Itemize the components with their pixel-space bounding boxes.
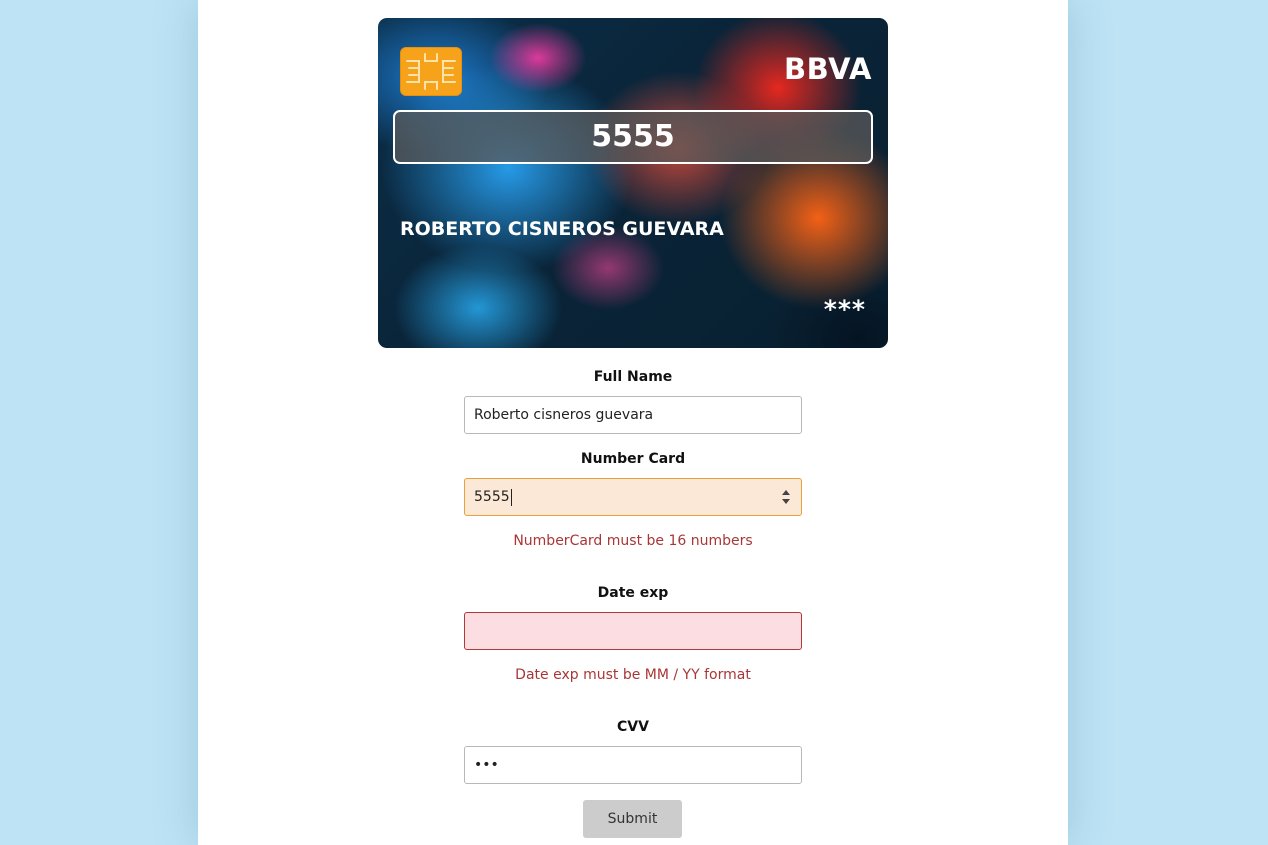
spinner-arrows-icon[interactable] bbox=[780, 488, 792, 506]
full-name-value: Roberto cisneros guevara bbox=[474, 407, 654, 423]
cvv-input[interactable]: ••• bbox=[464, 746, 802, 784]
number-card-error: NumberCard must be 16 numbers bbox=[513, 533, 753, 549]
card-cvv-mask: *** bbox=[823, 295, 866, 324]
card-number-display: 5555 bbox=[393, 110, 873, 164]
cvv-value: ••• bbox=[474, 757, 499, 773]
bank-name: BBVA bbox=[784, 52, 872, 86]
card-holder-name: ROBERTO CISNEROS GUEVARA bbox=[400, 218, 724, 240]
date-exp-label: Date exp bbox=[597, 585, 669, 601]
chip-icon bbox=[400, 47, 462, 96]
date-exp-error: Date exp must be MM / YY format bbox=[515, 667, 751, 683]
credit-card-preview: BBVA 5555 ROBERTO CISNEROS GUEVARA *** bbox=[378, 18, 888, 348]
text-caret bbox=[510, 488, 512, 506]
number-card-label: Number Card bbox=[580, 451, 686, 467]
cvv-label: CVV bbox=[617, 719, 649, 735]
page-panel: BBVA 5555 ROBERTO CISNEROS GUEVARA *** F… bbox=[198, 0, 1068, 845]
date-exp-input[interactable] bbox=[464, 612, 802, 650]
submit-button[interactable]: Submit bbox=[583, 800, 682, 838]
number-card-value: 5555 bbox=[474, 489, 510, 505]
full-name-label: Full Name bbox=[593, 369, 673, 385]
number-card-input[interactable]: 5555 bbox=[464, 478, 802, 516]
full-name-input[interactable]: Roberto cisneros guevara bbox=[464, 396, 802, 434]
